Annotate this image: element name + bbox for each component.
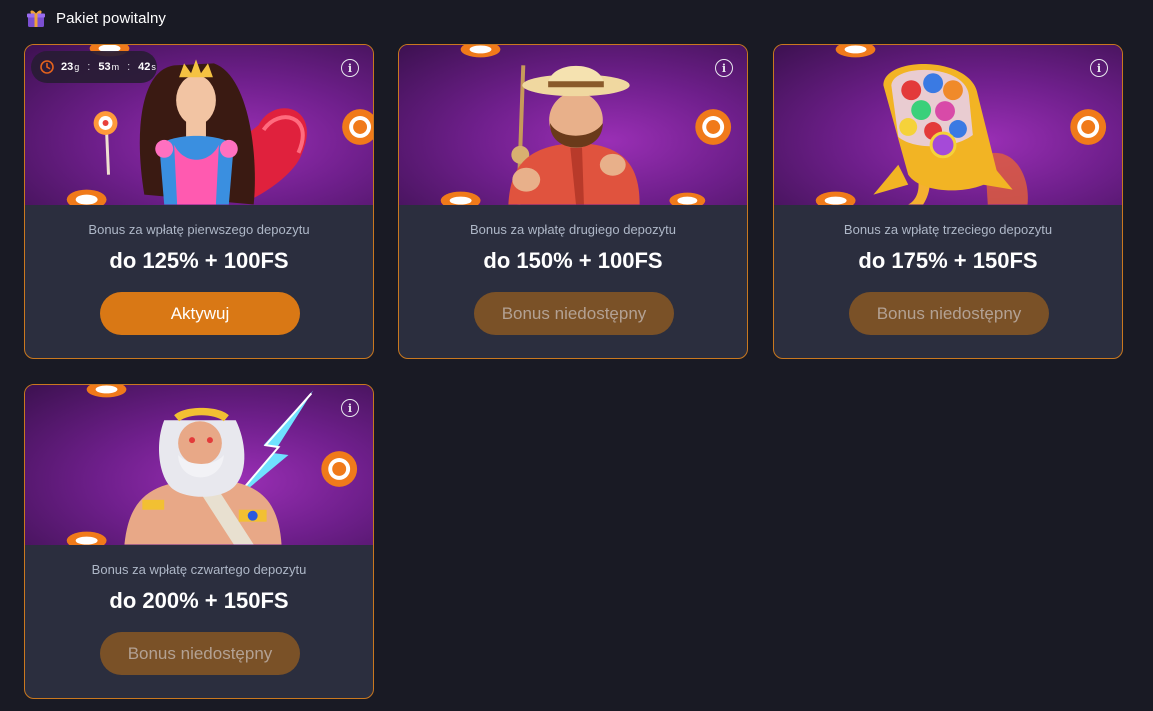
bonus-card-3: i Bonus za wpłatę trzeciego depozytu do … — [773, 44, 1123, 359]
activate-button[interactable]: Aktywuj — [100, 292, 300, 335]
timer-seconds: 42s — [138, 61, 156, 73]
bonus-subtitle: Bonus za wpłatę trzeciego depozytu — [843, 222, 1053, 237]
timer-separator: : — [87, 61, 91, 73]
bonus-subtitle: Bonus za wpłatę czwartego depozytu — [91, 562, 307, 577]
bonus-amount: do 175% + 150FS — [858, 248, 1038, 273]
bonus-card-4: i Bonus za wpłatę czwartego depozytu do … — [24, 384, 374, 699]
bonus-unavailable-button[interactable]: Bonus niedostępny — [474, 292, 674, 335]
bonus-card-banner: 23g : 53m : 42s i — [25, 45, 373, 205]
chip-decoration — [342, 109, 373, 145]
chip-decoration — [66, 531, 107, 545]
info-icon[interactable]: i — [341, 59, 359, 77]
bonus-unavailable-button[interactable]: Bonus niedostępny — [100, 632, 300, 675]
chip-decoration — [695, 109, 732, 145]
info-icon[interactable]: i — [715, 59, 733, 77]
chip-decoration — [440, 191, 481, 205]
bonus-subtitle: Bonus za wpłatę pierwszego depozytu — [88, 222, 310, 237]
chip-decoration — [86, 385, 127, 398]
countdown-timer: 23g : 53m : 42s — [31, 51, 157, 83]
fisherman-illustration — [440, 45, 732, 205]
clock-icon — [40, 60, 54, 74]
chip-decoration — [321, 451, 358, 487]
zeus-lightning-illustration — [66, 385, 358, 545]
bonus-amount: do 200% + 150FS — [109, 588, 289, 613]
bonus-unavailable-button[interactable]: Bonus niedostępny — [849, 292, 1049, 335]
timer-hours: 53m — [98, 61, 120, 73]
candy-rocket-illustration — [815, 45, 1107, 205]
chip-decoration — [1070, 109, 1107, 145]
bonus-amount: do 150% + 100FS — [483, 248, 663, 273]
bonus-card-1: 23g : 53m : 42s i Bonus za wpłatę pierws… — [24, 44, 374, 359]
chip-decoration — [66, 189, 107, 205]
bonus-card-banner: i — [25, 385, 373, 545]
chip-decoration — [460, 45, 501, 58]
info-icon[interactable]: i — [1090, 59, 1108, 77]
bonus-amount: do 125% + 100FS — [109, 248, 289, 273]
gift-icon — [27, 10, 45, 27]
bonus-subtitle: Bonus za wpłatę drugiego depozytu — [470, 222, 676, 237]
chip-decoration — [815, 191, 856, 205]
bonus-card-banner: i — [774, 45, 1122, 205]
timer-separator: : — [127, 61, 131, 73]
timer-days: 23g — [61, 61, 80, 73]
section-title: Pakiet powitalny — [56, 9, 166, 27]
chip-decoration — [669, 192, 706, 205]
bonus-card-banner: i — [399, 45, 747, 205]
section-header: Pakiet powitalny — [26, 8, 166, 28]
chip-decoration — [835, 45, 876, 58]
info-icon[interactable]: i — [341, 399, 359, 417]
bonus-card-2: i Bonus za wpłatę drugiego depozytu do 1… — [398, 44, 748, 359]
